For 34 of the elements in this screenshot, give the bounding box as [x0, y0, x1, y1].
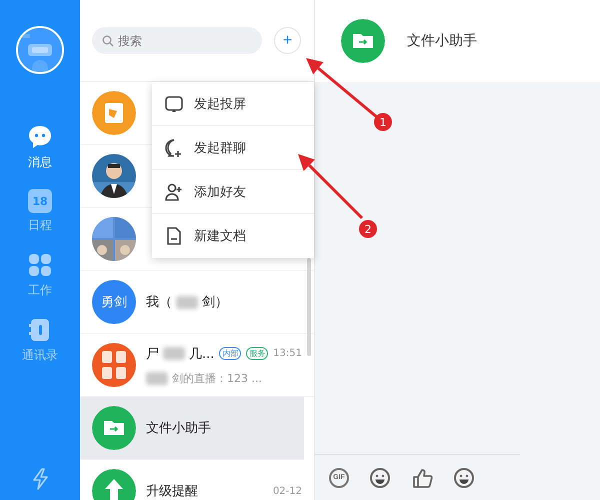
- smiley-icon[interactable]: [453, 466, 475, 488]
- contact-name: 几...: [189, 346, 214, 362]
- app-grid-icon: [27, 252, 53, 278]
- scrollbar[interactable]: [307, 258, 311, 356]
- calendar-icon: 18: [28, 189, 52, 213]
- menu-item[interactable]: 添加好友: [152, 170, 314, 214]
- menu-item[interactable]: 发起投屏: [152, 82, 314, 126]
- add-person-icon: [164, 182, 184, 202]
- contact-name: 升级提醒: [146, 483, 198, 500]
- search-field[interactable]: 搜索: [92, 27, 262, 54]
- menu-item[interactable]: 新建文档: [152, 214, 314, 258]
- contact-name: 我（: [146, 294, 172, 311]
- contact-name: 剑）: [202, 294, 228, 311]
- document-icon: [164, 226, 184, 246]
- contact-name: 文件小助手: [146, 420, 211, 437]
- search-icon: [102, 35, 114, 47]
- tag: 服务: [246, 347, 268, 360]
- menu-item[interactable]: 发起群聊: [152, 126, 314, 170]
- book-icon: [92, 91, 136, 135]
- tag: 内部: [219, 347, 242, 360]
- chat-row[interactable]: 文件小助手: [80, 397, 304, 460]
- timestamp: 02-12: [272, 486, 302, 496]
- smiley-icon[interactable]: [369, 466, 391, 488]
- timestamp: 13:51: [273, 348, 302, 359]
- contact-name: 尸: [146, 346, 159, 362]
- message-preview: 剑的直播：123 ...: [172, 370, 262, 386]
- thumbs-up-icon[interactable]: [411, 466, 433, 488]
- annotation-arrow: [298, 154, 364, 220]
- screen-icon: [164, 94, 184, 114]
- folder-icon: [341, 19, 385, 63]
- avatar: 勇剑: [92, 280, 136, 324]
- chat-row[interactable]: 升级提醒 02-12: [80, 460, 314, 500]
- conversation-title: 文件小助手: [407, 32, 477, 50]
- folder-icon: [92, 406, 136, 450]
